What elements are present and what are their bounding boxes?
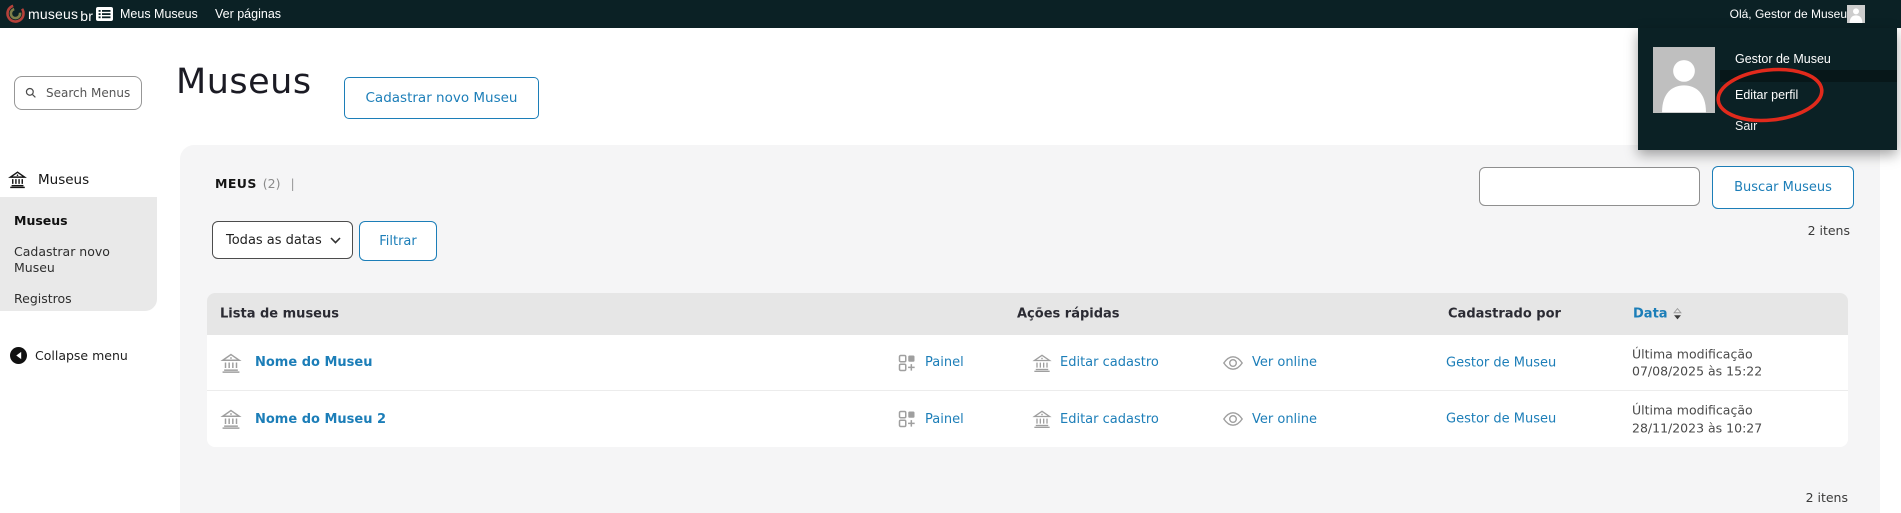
collapse-menu-label: Collapse menu: [35, 348, 128, 363]
table-header-row: Lista de museus Ações rápidas Cadastrado…: [207, 293, 1848, 335]
topbar: museus br Meus Museus Ver páginas Olá, G…: [0, 0, 1901, 28]
sidebar-section-museus[interactable]: Museus: [8, 170, 89, 189]
tab-meus[interactable]: MEUS (2) |: [215, 176, 295, 191]
items-count-bottom: 2 itens: [1700, 490, 1848, 505]
tab-count: (2): [263, 176, 281, 191]
user-greeting[interactable]: Olá, Gestor de Museu: [1730, 0, 1847, 28]
logo-icon: [5, 3, 26, 24]
brand-suffix: br: [80, 8, 93, 24]
museum-icon: [1032, 353, 1052, 373]
list-icon: [96, 7, 113, 21]
museum-icon: [8, 170, 27, 189]
painel-link[interactable]: Painel: [925, 355, 964, 370]
museusbr-admin-page: museus br Meus Museus Ver páginas Olá, G…: [0, 0, 1901, 513]
cadastrar-novo-museu-button[interactable]: Cadastrar novo Museu: [344, 77, 539, 119]
user-avatar-large: [1653, 47, 1715, 113]
museum-icon: [220, 408, 242, 430]
topnav-label: Meus Museus: [120, 7, 198, 21]
tab-label: MEUS: [215, 176, 257, 191]
table-row: Nome do Museu 2 Painel: [207, 391, 1848, 447]
last-modified-label: Última modificação: [1632, 345, 1762, 363]
chevron-down-icon: [330, 237, 341, 244]
museum-name-link[interactable]: Nome do Museu: [255, 355, 372, 370]
registered-by-link[interactable]: Gestor de Museu: [1446, 355, 1556, 370]
ver-online-link[interactable]: Ver online: [1252, 355, 1317, 370]
collapse-icon: [10, 347, 27, 364]
page-title: Museus: [176, 62, 312, 102]
sort-icon[interactable]: [1673, 308, 1682, 321]
brand-logo[interactable]: museus br: [5, 3, 93, 24]
column-header-acoes: Ações rápidas: [1017, 307, 1120, 322]
topnav-label: Ver páginas: [215, 7, 281, 21]
column-header-data[interactable]: Data: [1633, 307, 1682, 322]
editar-cadastro-link[interactable]: Editar cadastro: [1060, 355, 1159, 370]
topnav-ver-paginas[interactable]: Ver páginas: [215, 0, 281, 28]
eye-icon: [1222, 352, 1244, 374]
eye-icon: [1222, 408, 1244, 430]
menu-item-editar-perfil[interactable]: Editar perfil: [1735, 88, 1798, 102]
museums-table: Lista de museus Ações rápidas Cadastrado…: [207, 293, 1848, 447]
filtrar-button[interactable]: Filtrar: [359, 221, 437, 261]
brand-name: museus: [28, 6, 78, 22]
sidebar-submenu: Museus Cadastrar novo Museu Registros: [0, 197, 157, 311]
topnav-meus-museus[interactable]: Meus Museus: [96, 0, 198, 28]
column-header-data-label: Data: [1633, 307, 1668, 322]
column-header-lista: Lista de museus: [220, 307, 339, 322]
date-filter-value: Todas as datas: [226, 233, 322, 248]
sidebar-item-museus[interactable]: Museus: [14, 213, 143, 230]
museum-icon: [1032, 409, 1052, 429]
dashboard-icon: [897, 409, 917, 429]
last-modified-date: 07/08/2025 às 15:22: [1632, 363, 1762, 381]
date-filter-select[interactable]: Todas as datas: [212, 221, 353, 259]
museum-name-link[interactable]: Nome do Museu 2: [255, 412, 386, 427]
column-header-cadastrado: Cadastrado por: [1448, 307, 1561, 322]
sidebar-item-cadastrar-novo-museu[interactable]: Cadastrar novo Museu: [14, 244, 124, 277]
painel-link[interactable]: Painel: [925, 412, 964, 427]
dashboard-icon: [897, 353, 917, 373]
last-modified-label: Última modificação: [1632, 402, 1762, 420]
user-dropdown-menu: Gestor de Museu Editar perfil Sair: [1638, 28, 1897, 150]
sidebar-item-registros[interactable]: Registros: [14, 291, 143, 308]
sidebar-section-label: Museus: [38, 172, 89, 188]
museum-icon: [220, 352, 242, 374]
last-modified: Última modificação 28/11/2023 às 10:27: [1632, 402, 1762, 437]
menu-item-sair[interactable]: Sair: [1735, 119, 1757, 133]
collapse-menu-button[interactable]: Collapse menu: [10, 347, 128, 364]
tab-divider: |: [290, 176, 294, 191]
dropdown-user-name: Gestor de Museu: [1735, 52, 1831, 66]
buscar-museus-button[interactable]: Buscar Museus: [1712, 166, 1854, 209]
ver-online-link[interactable]: Ver online: [1252, 412, 1317, 427]
last-modified: Última modificação 07/08/2025 às 15:22: [1632, 345, 1762, 380]
registered-by-link[interactable]: Gestor de Museu: [1446, 412, 1556, 427]
search-icon: [24, 86, 38, 100]
museums-search-input[interactable]: [1479, 167, 1700, 206]
menu-search: [14, 76, 142, 110]
editar-cadastro-link[interactable]: Editar cadastro: [1060, 412, 1159, 427]
items-count-top: 2 itens: [1702, 223, 1850, 238]
user-avatar-icon[interactable]: [1847, 5, 1865, 23]
menu-search-input[interactable]: [44, 85, 132, 101]
dropdown-highlight: [1720, 70, 1897, 82]
last-modified-date: 28/11/2023 às 10:27: [1632, 419, 1762, 437]
table-row: Nome do Museu Painel: [207, 335, 1848, 391]
